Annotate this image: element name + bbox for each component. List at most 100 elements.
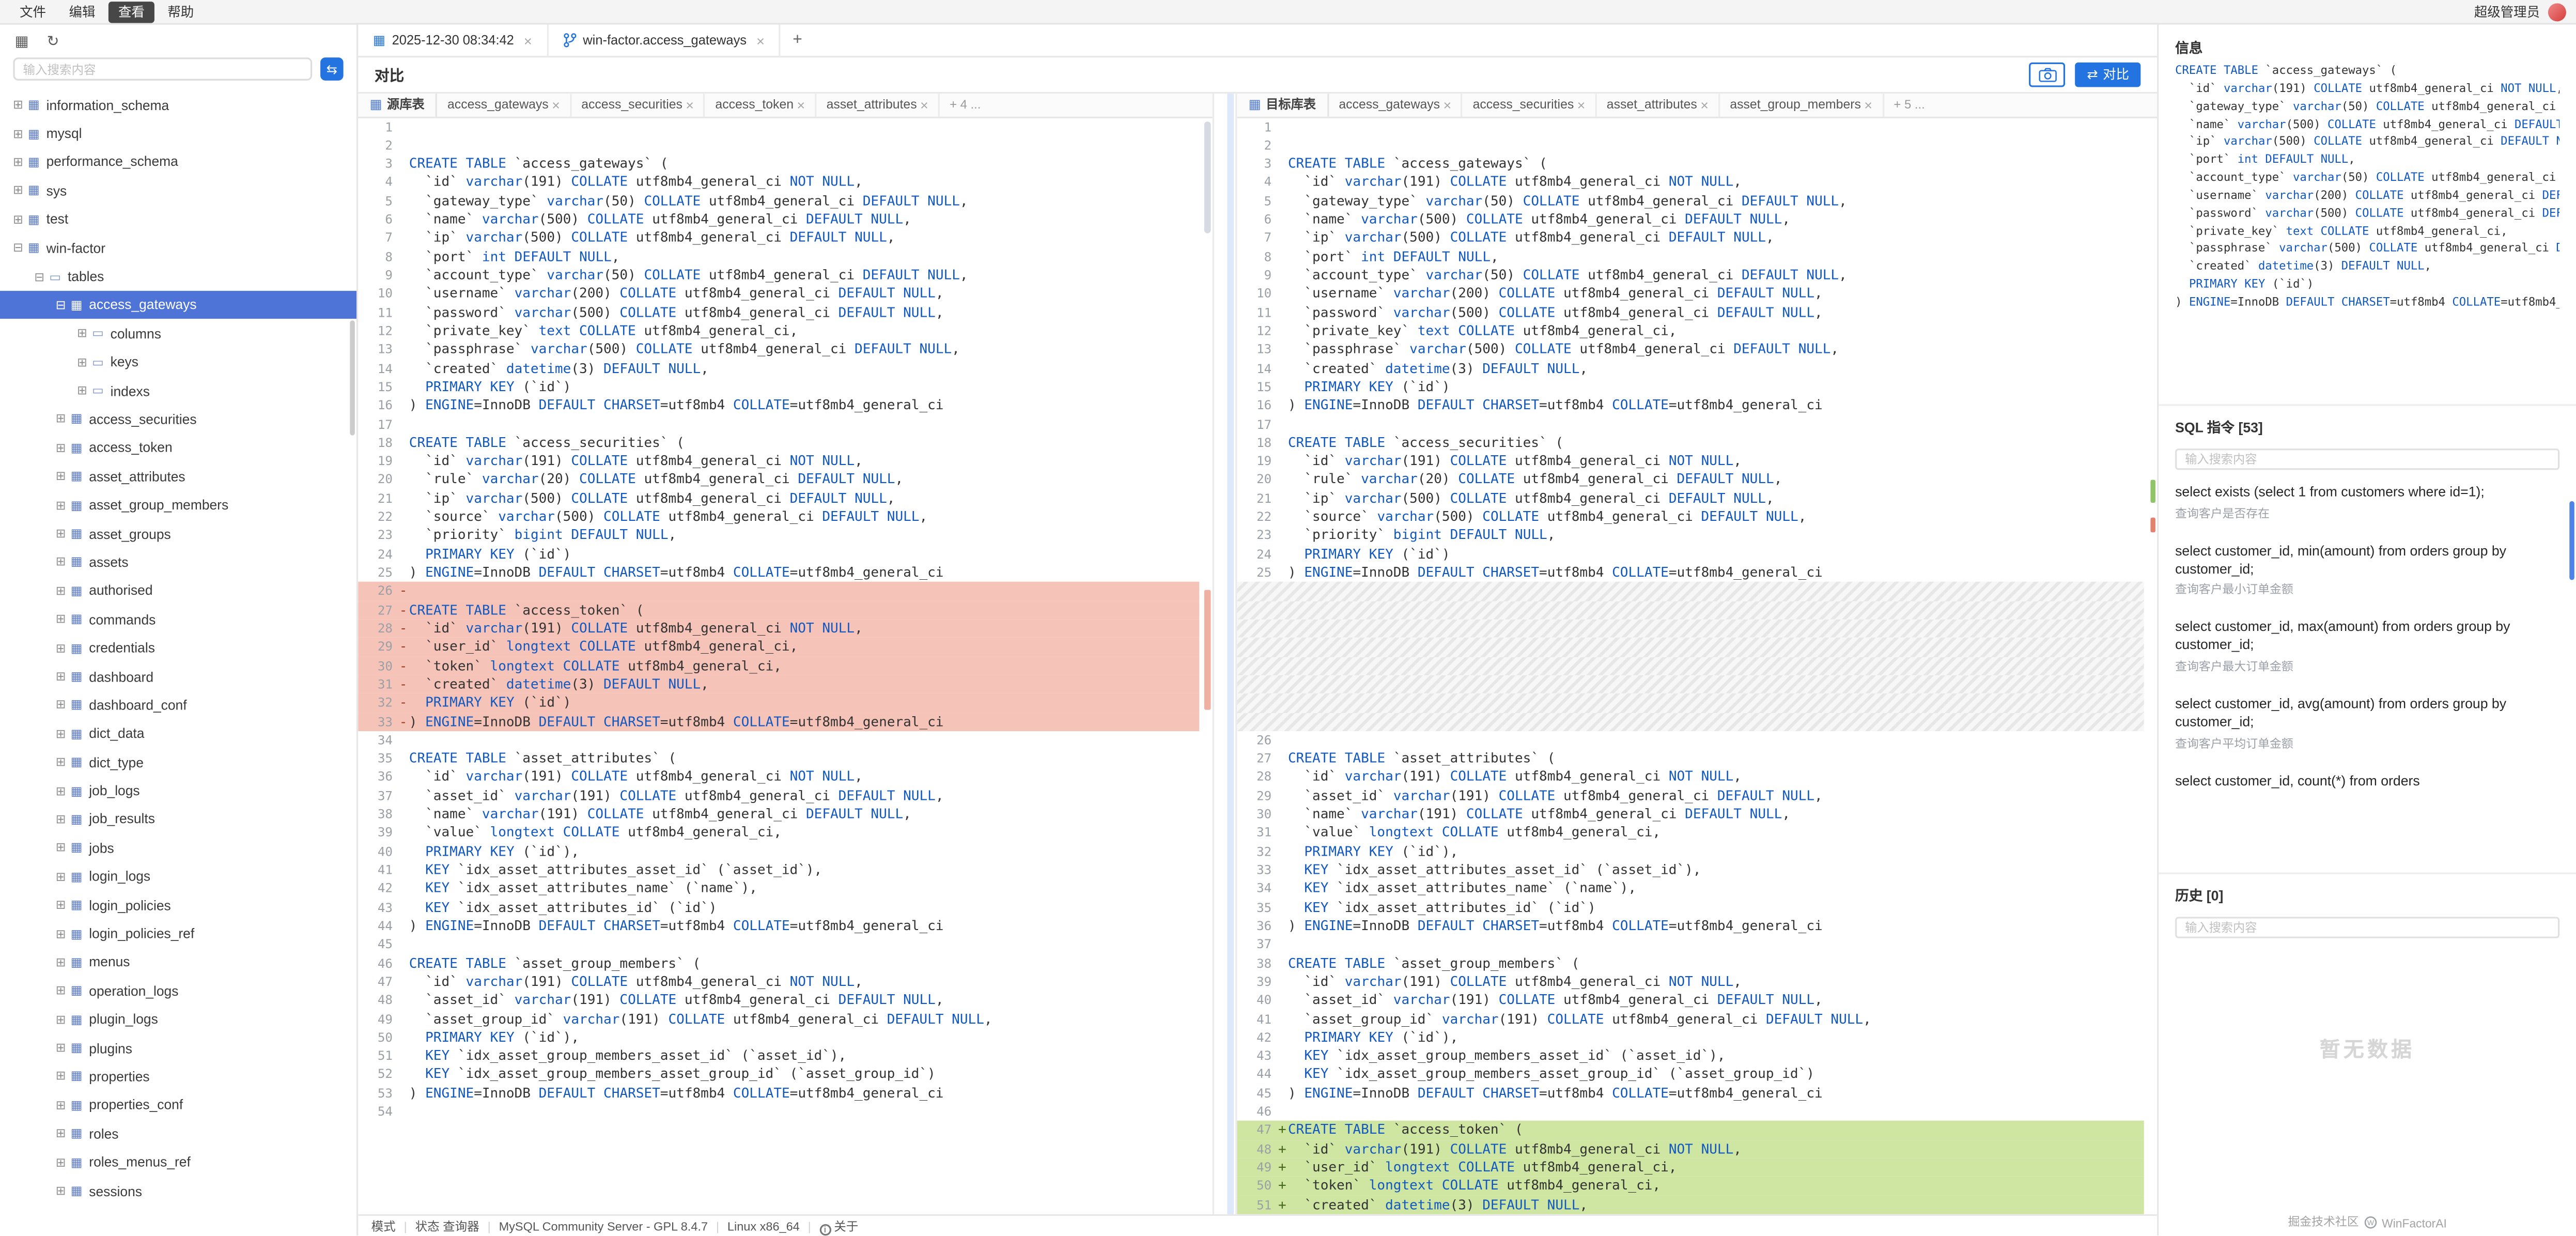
expand-icon[interactable]: ⊞: [53, 1098, 69, 1113]
tree-item-menus[interactable]: ⊞▦menus: [0, 948, 356, 976]
tree-item-roles_menus_ref[interactable]: ⊞▦roles_menus_ref: [0, 1148, 356, 1176]
expand-icon[interactable]: ⊞: [53, 412, 69, 427]
close-tab-icon[interactable]: ×: [524, 32, 532, 49]
expand-icon[interactable]: ⊞: [53, 697, 69, 712]
expand-icon[interactable]: ⊞: [53, 469, 69, 484]
source-editor[interactable]: 123CREATE TABLE `access_gateways` (4 `id…: [358, 117, 1213, 1214]
expand-icon[interactable]: ⊞: [53, 440, 69, 455]
pane-tab-asset_attributes[interactable]: asset_attributes×: [1597, 94, 1720, 116]
expand-icon[interactable]: ⊞: [10, 97, 26, 112]
tree-item-dashboard[interactable]: ⊞▦dashboard: [0, 662, 356, 690]
expand-icon[interactable]: ⊞: [53, 1154, 69, 1169]
expand-icon[interactable]: ⊞: [10, 211, 26, 226]
tree-item-dict_data[interactable]: ⊞▦dict_data: [0, 719, 356, 747]
pane-splitter[interactable]: [1213, 94, 1237, 1214]
source-scrollbar-thumb[interactable]: [1204, 121, 1211, 233]
close-tab-icon[interactable]: ×: [1864, 97, 1872, 113]
tree-item-columns[interactable]: ⊞▭columns: [0, 319, 356, 347]
tree-item-access_gateways[interactable]: ⊟▦access_gateways: [0, 290, 356, 319]
expand-icon[interactable]: ⊞: [53, 554, 69, 569]
tree-item-keys[interactable]: ⊞▭keys: [0, 348, 356, 376]
pane-tab-access_securities[interactable]: access_securities×: [1463, 94, 1597, 116]
compare-button[interactable]: ⇄ 对比: [2075, 63, 2140, 87]
expand-icon[interactable]: ⊞: [53, 812, 69, 827]
tree-item-operation_logs[interactable]: ⊞▦operation_logs: [0, 976, 356, 1005]
expand-icon[interactable]: ⊞: [53, 526, 69, 541]
document-tab[interactable]: ▦2025-12-30 08:34:42×: [358, 25, 548, 56]
tree-item-tables[interactable]: ⊟▭tables: [0, 262, 356, 290]
tree-item-performance_schema[interactable]: ⊞▦performance_schema: [0, 147, 356, 176]
expand-icon[interactable]: ⊞: [74, 354, 90, 369]
expand-icon[interactable]: ⊞: [53, 1040, 69, 1055]
tree-item-sys[interactable]: ⊞▦sys: [0, 176, 356, 205]
brand-label[interactable]: WinFactorAI: [2382, 1215, 2447, 1230]
menu-item[interactable]: 编辑: [59, 1, 105, 22]
expand-icon[interactable]: ⊞: [53, 869, 69, 884]
expand-icon[interactable]: ⊞: [53, 1126, 69, 1141]
add-tab-button[interactable]: +: [781, 25, 814, 56]
expand-icon[interactable]: ⊞: [53, 983, 69, 998]
sql-command-item[interactable]: select customer_id, min(amount) from ord…: [2175, 532, 2559, 609]
status-item[interactable]: i关于: [819, 1217, 859, 1235]
expand-icon[interactable]: ⊞: [53, 754, 69, 769]
tree-item-properties_conf[interactable]: ⊞▦properties_conf: [0, 1090, 356, 1119]
user-name[interactable]: 超级管理员: [2474, 3, 2540, 21]
tree-item-properties[interactable]: ⊞▦properties: [0, 1062, 356, 1090]
expand-icon[interactable]: ⊞: [10, 126, 26, 141]
tree-item-roles[interactable]: ⊞▦roles: [0, 1119, 356, 1148]
target-editor[interactable]: 123CREATE TABLE `access_gateways` (4 `id…: [1237, 117, 2157, 1214]
community-label[interactable]: 掘金技术社区: [2288, 1215, 2358, 1231]
expand-icon[interactable]: ⊞: [53, 583, 69, 598]
pane-tab-access_token[interactable]: access_token×: [705, 94, 816, 116]
tree-item-credentials[interactable]: ⊞▦credentials: [0, 634, 356, 662]
menu-item[interactable]: 查看: [108, 1, 154, 22]
expand-icon[interactable]: ⊞: [53, 954, 69, 969]
sql-command-item[interactable]: select exists (select 1 from customers w…: [2175, 473, 2559, 532]
expand-icon[interactable]: ⊞: [53, 726, 69, 741]
expand-icon[interactable]: ⊞: [74, 326, 90, 341]
expand-icon[interactable]: ⊞: [74, 383, 90, 398]
expand-icon[interactable]: ⊞: [53, 1069, 69, 1084]
expand-icon[interactable]: ⊞: [53, 612, 69, 627]
close-tab-icon[interactable]: ×: [756, 32, 765, 49]
collapse-icon[interactable]: ⊟: [31, 269, 48, 284]
expand-icon[interactable]: ⊞: [53, 898, 69, 913]
close-tab-icon[interactable]: ×: [1443, 97, 1451, 113]
expand-icon[interactable]: ⊞: [53, 640, 69, 655]
close-tab-icon[interactable]: ×: [797, 97, 805, 113]
close-tab-icon[interactable]: ×: [1577, 97, 1586, 113]
sql-command-item[interactable]: select customer_id, avg(amount) from ord…: [2175, 685, 2559, 762]
tree-item-sessions[interactable]: ⊞▦sessions: [0, 1176, 356, 1204]
expand-icon[interactable]: ⊞: [53, 926, 69, 941]
collapse-icon[interactable]: ⊟: [10, 240, 26, 255]
tree-item-authorised[interactable]: ⊞▦authorised: [0, 576, 356, 605]
expand-icon[interactable]: ⊞: [53, 840, 69, 855]
sql-command-item[interactable]: select customer_id, max(amount) from ord…: [2175, 609, 2559, 685]
more-tabs[interactable]: + 5 ...: [1884, 94, 1935, 116]
tree-item-mysql[interactable]: ⊞▦mysql: [0, 119, 356, 147]
tree-item-login_logs[interactable]: ⊞▦login_logs: [0, 862, 356, 890]
collapse-all-button[interactable]: ⇆: [320, 57, 344, 81]
panels-icon[interactable]: ▦: [15, 32, 29, 50]
collapse-icon[interactable]: ⊟: [53, 297, 69, 312]
close-tab-icon[interactable]: ×: [686, 97, 694, 113]
pane-tab-access_gateways[interactable]: access_gateways×: [438, 94, 571, 116]
tree-item-indexs[interactable]: ⊞▭indexs: [0, 376, 356, 405]
more-tabs[interactable]: + 4 ...: [940, 94, 991, 116]
document-tab[interactable]: win-factor.access_gateways×: [549, 25, 781, 56]
tree-item-asset_attributes[interactable]: ⊞▦asset_attributes: [0, 462, 356, 490]
menu-item[interactable]: 文件: [10, 1, 56, 22]
tree-item-access_token[interactable]: ⊞▦access_token: [0, 433, 356, 461]
refresh-icon[interactable]: ↻: [47, 32, 59, 50]
tree-item-commands[interactable]: ⊞▦commands: [0, 605, 356, 633]
expand-icon[interactable]: ⊞: [53, 783, 69, 798]
tree-item-information_schema[interactable]: ⊞▦information_schema: [0, 90, 356, 119]
target-overview-ruler[interactable]: [2147, 117, 2157, 1214]
tree-item-login_policies[interactable]: ⊞▦login_policies: [0, 890, 356, 919]
expand-icon[interactable]: ⊞: [53, 1183, 69, 1198]
right-panel-scrollbar[interactable]: [2569, 501, 2574, 580]
close-tab-icon[interactable]: ×: [1700, 97, 1709, 113]
tree-item-test[interactable]: ⊞▦test: [0, 205, 356, 233]
tree-item-asset_group_members[interactable]: ⊞▦asset_group_members: [0, 490, 356, 519]
close-tab-icon[interactable]: ×: [552, 97, 560, 113]
